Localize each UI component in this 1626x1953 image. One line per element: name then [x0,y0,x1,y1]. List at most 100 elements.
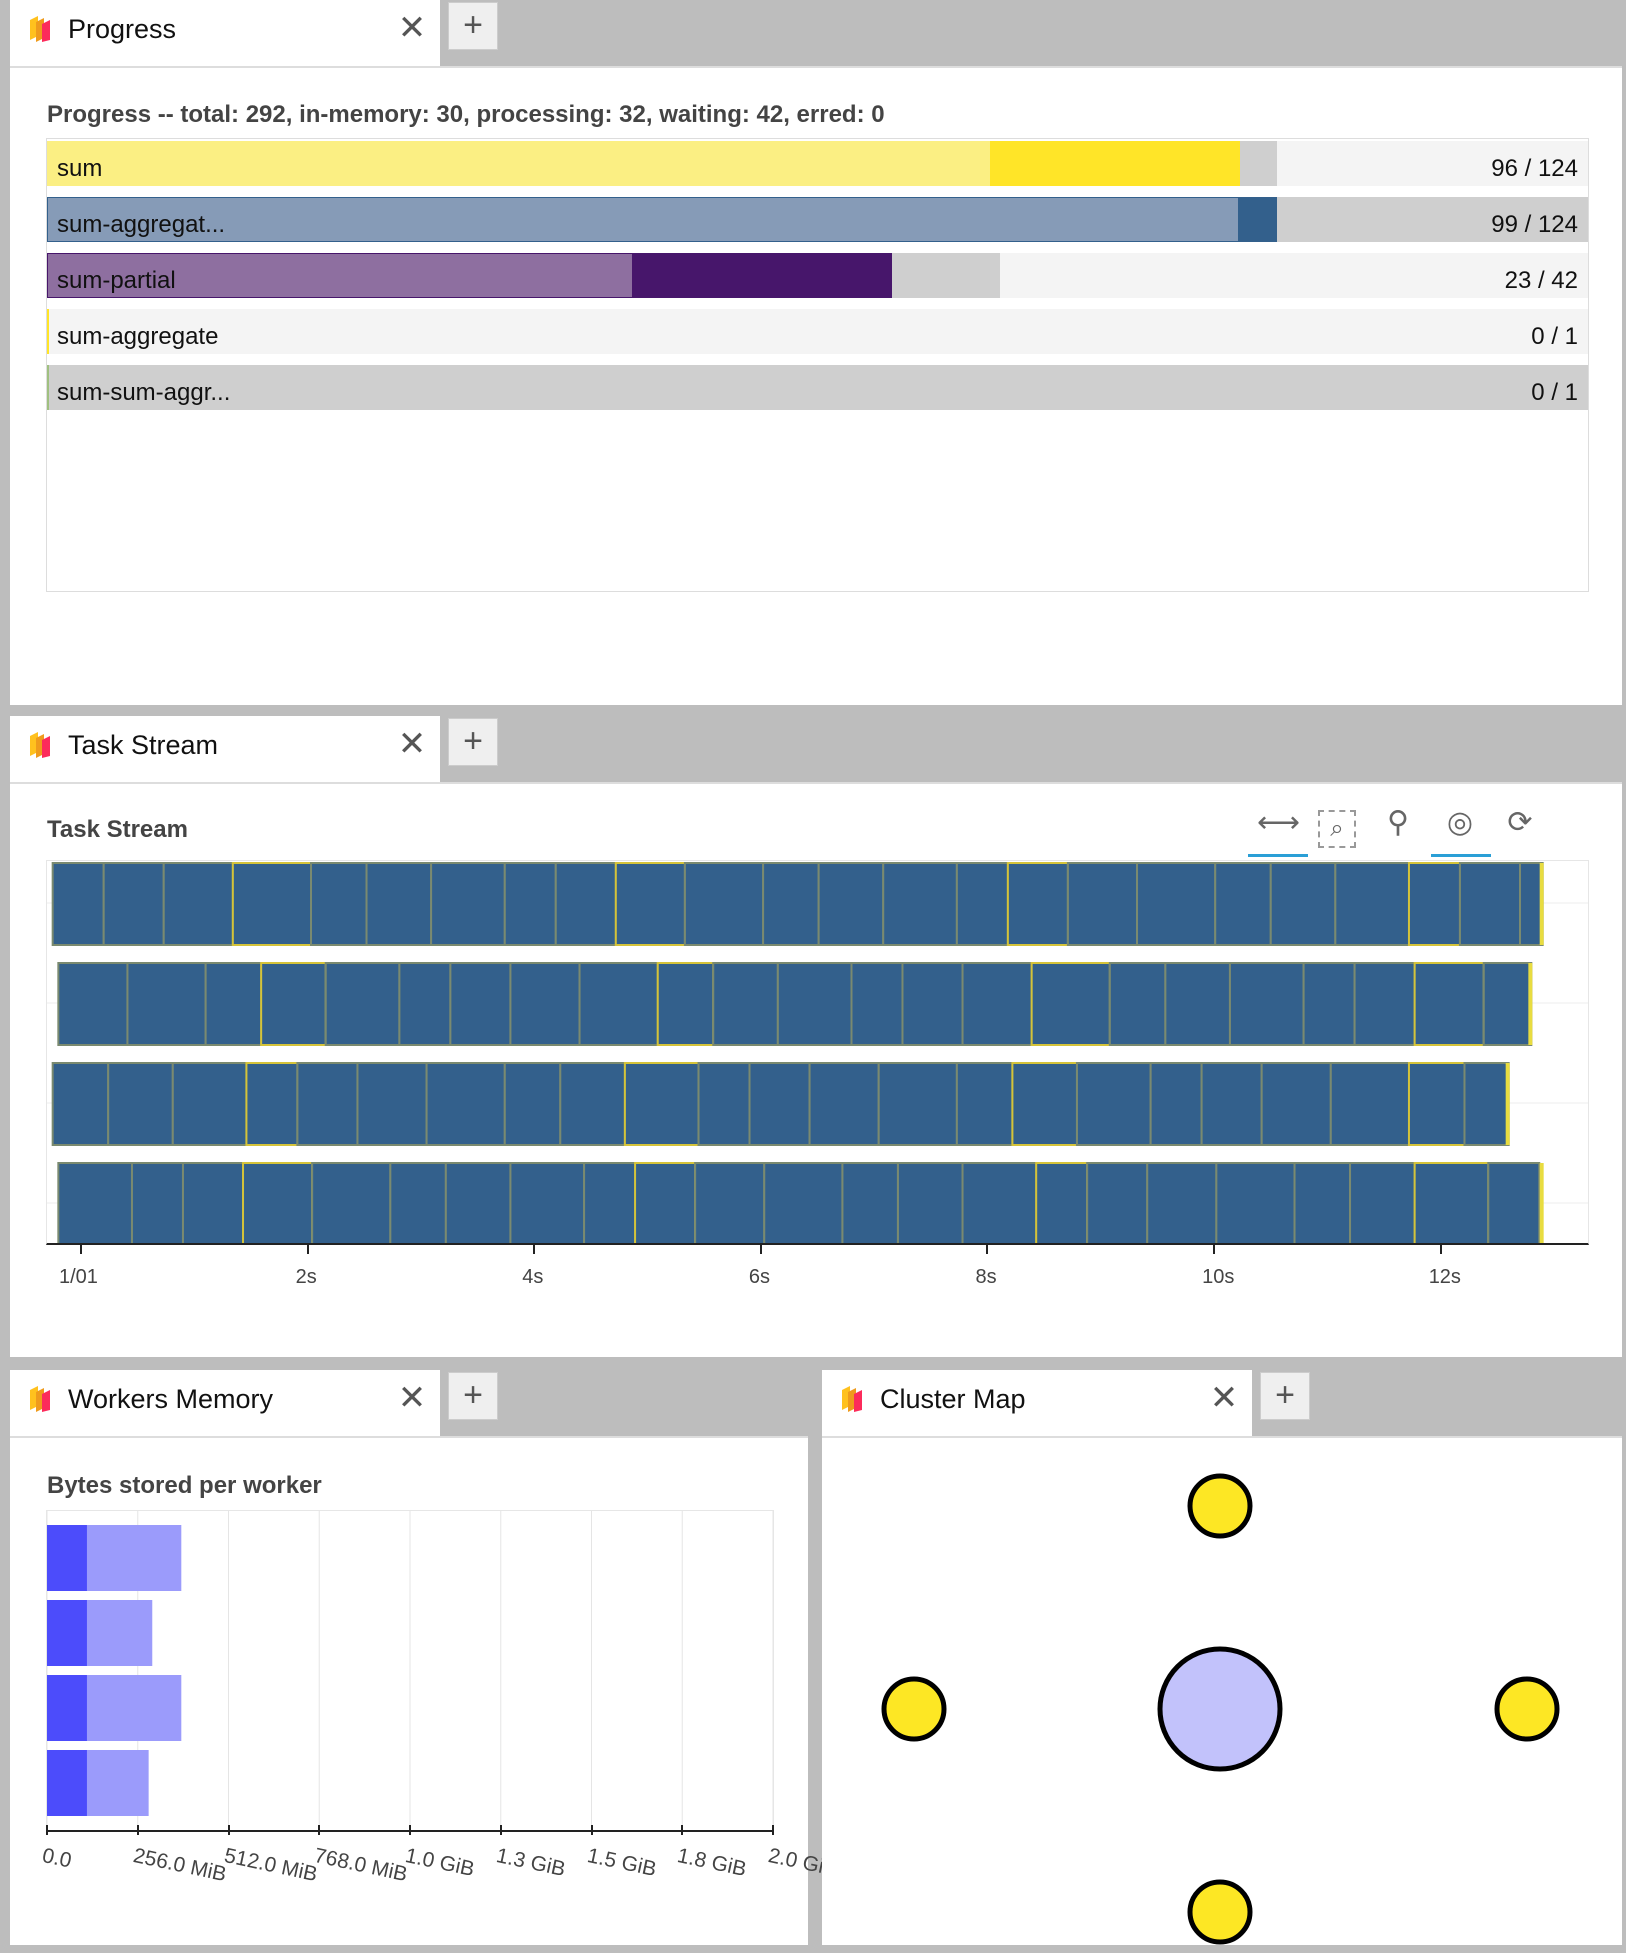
task-rect[interactable] [554,862,617,946]
task-rect[interactable] [245,1062,299,1146]
memory-bar-managed[interactable] [47,1600,87,1666]
task-rect[interactable] [1011,1062,1078,1146]
memory-bar-managed[interactable] [47,1750,87,1816]
task-rect[interactable] [1006,862,1069,946]
task-rect[interactable] [762,862,820,946]
task-rect[interactable] [1407,1062,1466,1146]
memory-plot[interactable] [46,1510,774,1832]
tab-task-stream[interactable]: Task Stream ✕ [10,716,440,784]
task-rect[interactable] [896,1162,964,1243]
task-rect[interactable] [1228,962,1305,1046]
worker-node[interactable] [1494,1676,1560,1742]
scheduler-node[interactable] [1157,1646,1283,1772]
task-rect[interactable] [242,1162,314,1243]
task-rect[interactable] [107,1062,174,1146]
task-rect[interactable] [503,862,557,946]
task-rect[interactable] [656,962,715,1046]
task-rect[interactable] [130,1162,184,1243]
task-rect[interactable] [882,862,958,946]
task-rect[interactable] [1214,862,1272,946]
task-rect[interactable] [509,962,581,1046]
task-rect[interactable] [102,862,165,946]
memory-bar-managed[interactable] [47,1675,87,1741]
task-rect[interactable] [57,962,129,1046]
task-rect[interactable] [1293,1162,1352,1243]
task-rect[interactable] [961,962,1033,1046]
task-rect[interactable] [614,862,686,946]
add-tab-button[interactable]: + [448,1372,498,1420]
task-rect[interactable] [955,862,1009,946]
task-rect[interactable] [503,1062,562,1146]
task-rect[interactable] [310,862,368,946]
task-rect[interactable] [583,1162,637,1243]
worker-node[interactable] [1187,1879,1253,1945]
progress-row-sum-aggregate-final[interactable]: sum-aggregate 0 / 1 [47,309,1588,354]
task-rect[interactable] [559,1062,626,1146]
task-rect[interactable] [324,962,401,1046]
task-rect[interactable] [1458,862,1522,946]
task-rect[interactable] [1075,1062,1152,1146]
task-rect[interactable] [1086,1162,1149,1243]
task-rect[interactable] [955,1062,1014,1146]
task-rect[interactable] [1200,1062,1263,1146]
task-rect[interactable] [841,1162,899,1243]
task-rect[interactable] [748,1062,811,1146]
add-tab-button[interactable]: + [448,2,498,50]
task-rect[interactable] [1349,1162,1416,1243]
tab-progress[interactable]: Progress ✕ [10,0,440,68]
task-rect[interactable] [1413,1162,1490,1243]
worker-node[interactable] [881,1676,947,1742]
task-rect[interactable] [356,1062,428,1146]
task-rect[interactable] [126,962,207,1046]
task-rect[interactable] [1463,1062,1510,1146]
task-rect[interactable] [877,1062,958,1146]
task-rect[interactable] [634,1162,697,1243]
task-rect[interactable] [1149,1062,1203,1146]
task-rect[interactable] [296,1062,359,1146]
tab-cluster-map[interactable]: Cluster Map ✕ [822,1370,1252,1438]
task-rect[interactable] [51,862,105,946]
task-rect[interactable] [901,962,964,1046]
task-rect[interactable] [683,862,765,946]
task-rect[interactable] [430,862,506,946]
hover-icon[interactable]: ◎ [1440,805,1480,840]
close-icon[interactable]: ✕ [392,724,432,764]
task-rect[interactable] [1413,962,1485,1046]
task-rect[interactable] [1329,1062,1410,1146]
task-rect[interactable] [1136,862,1217,946]
task-rect[interactable] [260,962,327,1046]
task-rect[interactable] [817,862,885,946]
task-rect[interactable] [1146,1162,1218,1243]
reset-icon[interactable]: ⟳ [1500,805,1540,840]
task-rect[interactable] [1108,962,1167,1046]
worker-node[interactable] [1187,1473,1253,1539]
task-rect[interactable] [231,862,313,946]
task-rect[interactable] [1066,862,1139,946]
task-rect[interactable] [1164,962,1231,1046]
task-rect[interactable] [311,1162,392,1243]
task-rect[interactable] [449,962,512,1046]
task-rect[interactable] [509,1162,586,1243]
task-rect[interactable] [850,962,904,1046]
task-rect[interactable] [57,1162,133,1243]
task-rect[interactable] [1353,962,1416,1046]
task-rect[interactable] [1260,1062,1332,1146]
task-rect[interactable] [398,962,452,1046]
task-rect[interactable] [171,1062,248,1146]
task-rect[interactable] [763,1162,844,1243]
task-rect[interactable] [1030,962,1111,1046]
task-rect[interactable] [1407,862,1461,946]
task-rect[interactable] [1035,1162,1089,1243]
add-tab-button[interactable]: + [448,718,498,766]
cluster-map-graph[interactable] [822,1436,1622,1945]
add-tab-button[interactable]: + [1260,1372,1310,1420]
task-rect[interactable] [623,1062,700,1146]
close-icon[interactable]: ✕ [1204,1378,1244,1418]
tab-workers-memory[interactable]: Workers Memory ✕ [10,1370,440,1438]
task-rect[interactable] [51,1062,110,1146]
task-rect[interactable] [694,1162,766,1243]
close-icon[interactable]: ✕ [392,1378,432,1418]
task-rect[interactable] [1519,862,1544,946]
box-zoom-icon[interactable]: ⌕ [1318,810,1356,848]
progress-row-sum-aggregate[interactable]: sum-aggregat... 99 / 124 [47,197,1588,242]
